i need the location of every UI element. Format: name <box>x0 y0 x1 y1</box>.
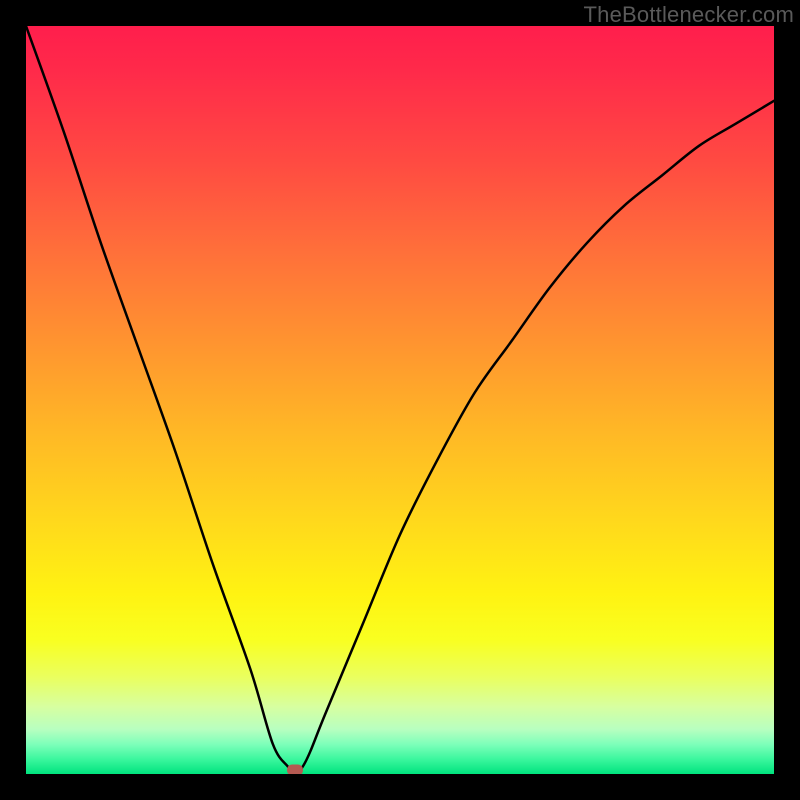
optimal-point-marker <box>287 765 303 775</box>
chart-frame: TheBottlenecker.com <box>0 0 800 800</box>
plot-area <box>26 26 774 774</box>
attribution-label: TheBottlenecker.com <box>584 2 794 28</box>
bottleneck-curve <box>26 26 774 774</box>
